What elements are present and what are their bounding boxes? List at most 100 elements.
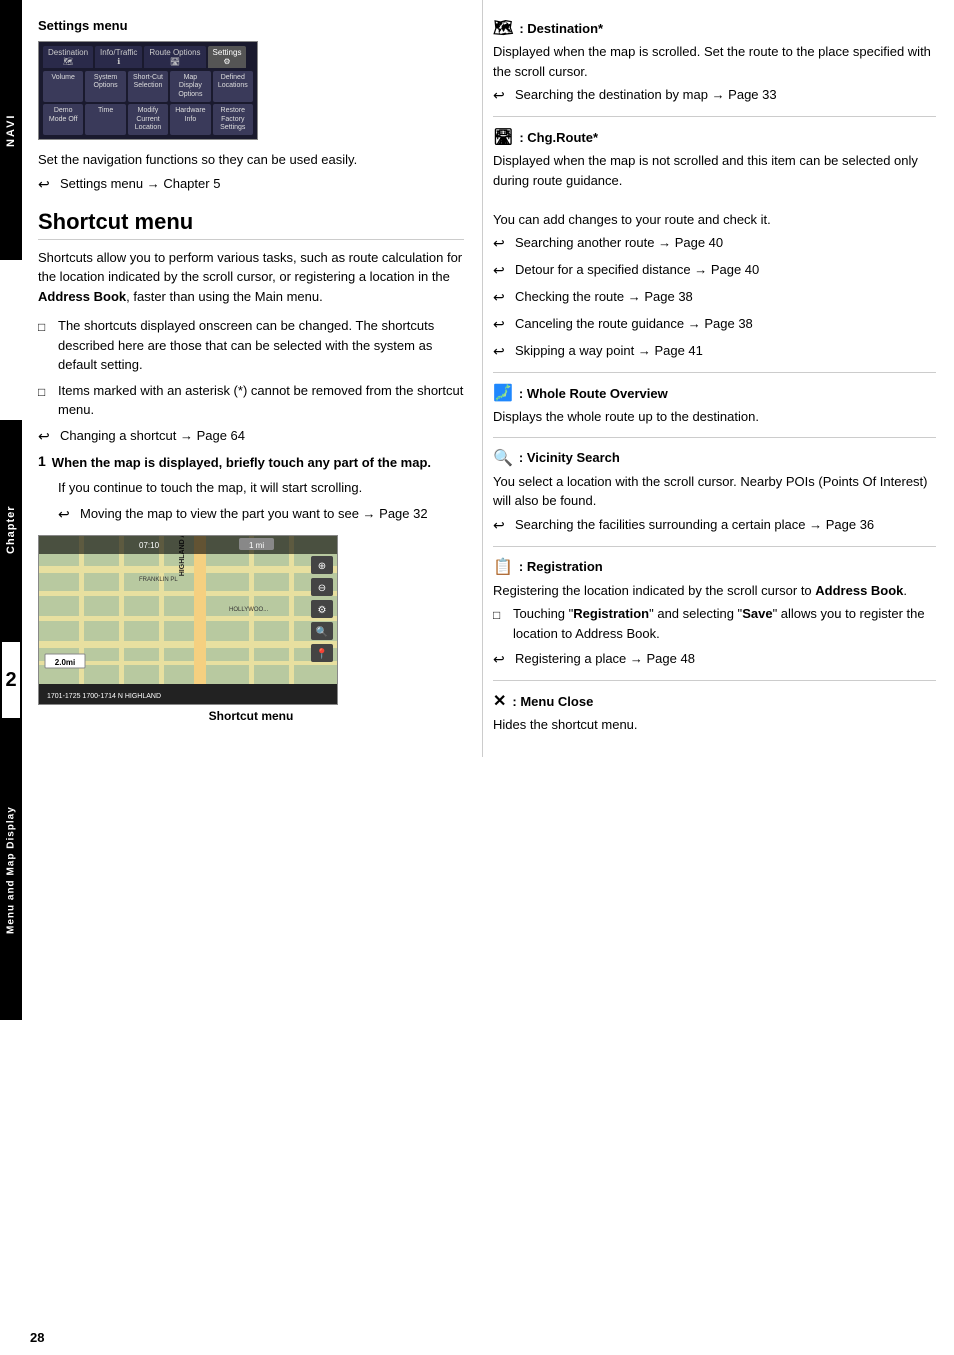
step-1-header: 1 When the map is displayed, briefly tou…: [38, 453, 464, 473]
btn-shortcut-selection: Short-Cut Selection: [128, 71, 168, 102]
btn-hardware-info: Hardware Info: [170, 104, 210, 135]
vicinity-search-title: 🔍 : Vicinity Search: [493, 448, 936, 468]
svg-text:⚙: ⚙: [318, 605, 327, 616]
changing-shortcut-text: Changing a shortcut → Page 64: [60, 426, 245, 447]
menu-close-title-text: : Menu Close: [512, 694, 593, 709]
square-icon-reg: □: [493, 606, 507, 643]
registration-title-text: : Registration: [519, 559, 603, 574]
vicinity-search-icon: 🔍: [493, 448, 513, 468]
changing-shortcut-link: ↩ Changing a shortcut → Page 64: [38, 426, 464, 447]
svg-text:🔍: 🔍: [316, 625, 328, 638]
svg-text:2.0mi: 2.0mi: [55, 658, 75, 667]
chg-route-link-text-3: Checking the route → Page 38: [515, 287, 693, 308]
destination-title-text: : Destination*: [519, 21, 603, 36]
svg-text:⊕: ⊕: [318, 561, 326, 572]
arrow-chg-2: ↩: [493, 260, 511, 281]
destination-link-text: Searching the destination by map → Page …: [515, 85, 777, 106]
vicinity-search-link-text: Searching the facilities surrounding a c…: [515, 515, 874, 536]
chg-route-link-text-2: Detour for a specified distance → Page 4…: [515, 260, 759, 281]
menu-close-section: ✕ : Menu Close Hides the shortcut menu.: [493, 691, 936, 735]
menu-close-icon: ✕: [493, 691, 506, 711]
arrow-chg-1: ↩: [493, 233, 511, 254]
registration-body: Registering the location indicated by th…: [493, 581, 936, 601]
whole-route-title-text: : Whole Route Overview: [519, 386, 668, 401]
chapter-label: Chapter: [0, 420, 22, 640]
svg-text:1 mi: 1 mi: [249, 541, 264, 550]
map-caption: Shortcut menu: [38, 709, 464, 723]
svg-text:HOLLYWOO...: HOLLYWOO...: [229, 607, 269, 613]
menu-buttons-grid: Volume System Options Short-Cut Selectio…: [43, 71, 253, 135]
bullet-text-1: The shortcuts displayed onscreen can be …: [58, 316, 464, 375]
right-column: 🗺 : Destination* Displayed when the map …: [482, 0, 954, 757]
bullet-shortcuts-change: □ The shortcuts displayed onscreen can b…: [38, 316, 464, 375]
chg-route-link-text-5: Skipping a way point → Page 41: [515, 341, 703, 362]
chg-route-link-4: ↩ Canceling the route guidance → Page 38: [493, 314, 936, 335]
svg-text:FRANKLIN PL: FRANKLIN PL: [139, 577, 178, 583]
square-icon-2: □: [38, 383, 52, 420]
registration-section: 📋 : Registration Registering the locatio…: [493, 557, 936, 671]
arrow-reg: ↩: [493, 649, 511, 670]
step-number: 1: [38, 453, 46, 469]
tab-info-traffic: Info/Trafficℹ: [95, 46, 142, 68]
whole-route-body: Displays the whole route up to the desti…: [493, 407, 936, 427]
whole-route-icon: 🗾: [493, 383, 513, 403]
arrow-chg-4: ↩: [493, 314, 511, 335]
navi-label: NAVI: [0, 0, 22, 260]
registration-title: 📋 : Registration: [493, 557, 936, 577]
arrow-icon-2: ↩: [38, 426, 56, 447]
btn-restore-factory: Restore Factory Settings: [213, 104, 253, 135]
shortcut-menu-title: Shortcut menu: [38, 209, 464, 240]
svg-text:07:10: 07:10: [139, 541, 160, 550]
vicinity-search-link: ↩ Searching the facilities surrounding a…: [493, 515, 936, 536]
tab-route-options: Route Options🛣: [144, 46, 205, 68]
registration-bullet-text: Touching "Registration" and selecting "S…: [513, 604, 936, 643]
bullet-text-2: Items marked with an asterisk (*) cannot…: [58, 381, 464, 420]
svg-text:1701-1725 1700-1714 N HIGHLAND: 1701-1725 1700-1714 N HIGHLAND: [47, 693, 161, 700]
chg-route-link-2: ↩ Detour for a specified distance → Page…: [493, 260, 936, 281]
registration-bullet-1: □ Touching "Registration" and selecting …: [493, 604, 936, 643]
chg-route-link-text-1: Searching another route → Page 40: [515, 233, 723, 254]
svg-text:📍: 📍: [316, 647, 328, 660]
chg-route-title: 🛣 : Chg.Route*: [493, 127, 936, 147]
step-1-link-text: Moving the map to view the part you want…: [80, 504, 428, 525]
destination-icon: 🗺: [493, 18, 513, 38]
destination-link: ↩ Searching the destination by map → Pag…: [493, 85, 936, 106]
btn-modify-location: Modify Current Location: [128, 104, 168, 135]
divider-5: [493, 680, 936, 681]
chapter-number: 2: [0, 640, 22, 720]
page-number: 28: [30, 1330, 44, 1345]
svg-text:⊖: ⊖: [318, 583, 326, 594]
vicinity-search-title-text: : Vicinity Search: [519, 450, 620, 465]
chg-route-link-1: ↩ Searching another route → Page 40: [493, 233, 936, 254]
arrow-icon: ↩: [38, 174, 56, 195]
divider-1: [493, 116, 936, 117]
btn-demo-mode: Demo Mode Off: [43, 104, 83, 135]
settings-menu-screenshot: Destination🗺 Info/Trafficℹ Route Options…: [38, 41, 258, 140]
menu-close-title: ✕ : Menu Close: [493, 691, 936, 711]
map-svg: HIGHLAND AVE FRANKLIN PL HOLLYWOO... 07:…: [39, 536, 338, 705]
whole-route-section: 🗾 : Whole Route Overview Displays the wh…: [493, 383, 936, 427]
registration-icon: 📋: [493, 557, 513, 577]
settings-desc: Set the navigation functions so they can…: [38, 150, 464, 170]
btn-volume: Volume: [43, 71, 83, 102]
settings-link: ↩ Settings menu → Chapter 5: [38, 174, 464, 195]
tab-destination: Destination🗺: [43, 46, 93, 68]
shortcut-desc: Shortcuts allow you to perform various t…: [38, 248, 464, 307]
settings-menu-title: Settings menu: [38, 18, 464, 33]
chg-route-link-5: ↩ Skipping a way point → Page 41: [493, 341, 936, 362]
vicinity-search-section: 🔍 : Vicinity Search You select a locatio…: [493, 448, 936, 536]
arrow-chg-3: ↩: [493, 287, 511, 308]
btn-map-display: Map Display Options: [170, 71, 210, 102]
destination-section: 🗺 : Destination* Displayed when the map …: [493, 18, 936, 106]
btn-defined-locations: Defined Locations: [213, 71, 253, 102]
registration-link: ↩ Registering a place → Page 48: [493, 649, 936, 670]
menu-close-body: Hides the shortcut menu.: [493, 715, 936, 735]
chg-route-section: 🛣 : Chg.Route* Displayed when the map is…: [493, 127, 936, 362]
left-column: Settings menu Destination🗺 Info/Trafficℹ…: [22, 0, 482, 757]
destination-title: 🗺 : Destination*: [493, 18, 936, 38]
arrow-dest: ↩: [493, 85, 511, 106]
whole-route-title: 🗾 : Whole Route Overview: [493, 383, 936, 403]
arrow-icon-3: ↩: [58, 504, 76, 525]
destination-body: Displayed when the map is scrolled. Set …: [493, 42, 936, 81]
square-icon-1: □: [38, 318, 52, 375]
